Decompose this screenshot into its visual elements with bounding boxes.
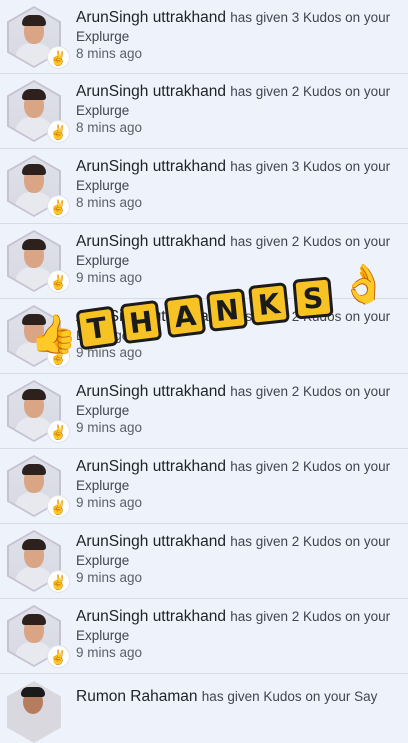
notification-text: ArunSingh uttrakhand has given 2 Kudos o…: [76, 232, 400, 287]
timestamp: 9 mins ago: [76, 420, 143, 435]
notification-item[interactable]: Rumon Rahaman has given Kudos on your Sa…: [0, 674, 408, 743]
avatar[interactable]: ✌: [7, 305, 70, 371]
kudos-hand-icon: ✌: [47, 570, 70, 593]
notification-action: has given 2 Kudos on your: [230, 309, 391, 324]
notification-action: has given 2 Kudos on your: [230, 234, 391, 249]
user-name[interactable]: Rumon Rahaman: [76, 688, 197, 705]
kudos-hand-icon: ✌: [47, 420, 70, 443]
kudos-hand-icon: ✌: [47, 46, 70, 69]
notification-text: Rumon Rahaman has given Kudos on your Sa…: [76, 687, 400, 707]
notification-item[interactable]: ✌ ArunSingh uttrakhand has given 2 Kudos…: [0, 299, 408, 374]
notification-item[interactable]: ✌ ArunSingh uttrakhand has given 3 Kudos…: [0, 149, 408, 224]
notification-target[interactable]: Explurge: [76, 627, 400, 644]
avatar[interactable]: ✌: [7, 605, 70, 671]
notification-text: ArunSingh uttrakhand has given 3 Kudos o…: [76, 8, 400, 63]
timestamp: 9 mins ago: [76, 645, 143, 660]
notification-text: ArunSingh uttrakhand has given 2 Kudos o…: [76, 607, 400, 662]
notification-target[interactable]: Explurge: [76, 327, 400, 344]
kudos-hand-icon: ✌: [47, 345, 70, 368]
user-name[interactable]: ArunSingh uttrakhand: [76, 233, 226, 250]
avatar[interactable]: ✌: [7, 380, 70, 446]
notification-text: ArunSingh uttrakhand has given 2 Kudos o…: [76, 532, 400, 587]
avatar[interactable]: ✌: [7, 6, 70, 72]
user-name[interactable]: ArunSingh uttrakhand: [76, 83, 226, 100]
notification-item[interactable]: ✌ ArunSingh uttrakhand has given 2 Kudos…: [0, 449, 408, 524]
notification-item[interactable]: ✌ ArunSingh uttrakhand has given 2 Kudos…: [0, 524, 408, 599]
notification-action: has given 2 Kudos on your: [230, 384, 391, 399]
notification-target[interactable]: Explurge: [76, 252, 400, 269]
kudos-hand-icon: ✌: [47, 495, 70, 518]
notification-text: ArunSingh uttrakhand has given 2 Kudos o…: [76, 382, 400, 437]
timestamp: 9 mins ago: [76, 270, 143, 285]
notification-action: has given 3 Kudos on your: [230, 159, 391, 174]
notification-text: ArunSingh uttrakhand has given 2 Kudos o…: [76, 307, 400, 362]
notification-item[interactable]: ✌ ArunSingh uttrakhand has given 2 Kudos…: [0, 374, 408, 449]
notification-target[interactable]: Explurge: [76, 177, 400, 194]
avatar[interactable]: [7, 681, 61, 743]
notification-target[interactable]: Explurge: [76, 552, 400, 569]
notification-item[interactable]: ✌ ArunSingh uttrakhand has given 2 Kudos…: [0, 599, 408, 674]
notification-action: has given 2 Kudos on your: [230, 609, 391, 624]
notification-list: ✌ ArunSingh uttrakhand has given 3 Kudos…: [0, 0, 408, 743]
kudos-hand-icon: ✌: [47, 120, 70, 143]
notification-target[interactable]: Explurge: [76, 477, 400, 494]
timestamp: 9 mins ago: [76, 495, 143, 510]
timestamp: 9 mins ago: [76, 345, 143, 360]
notification-item[interactable]: ✌ ArunSingh uttrakhand has given 3 Kudos…: [0, 0, 408, 74]
avatar[interactable]: ✌: [7, 155, 70, 221]
user-name[interactable]: ArunSingh uttrakhand: [76, 458, 226, 475]
user-name[interactable]: ArunSingh uttrakhand: [76, 308, 226, 325]
notification-item[interactable]: ✌ ArunSingh uttrakhand has given 2 Kudos…: [0, 224, 408, 299]
timestamp: 8 mins ago: [76, 120, 143, 135]
notification-target[interactable]: Explurge: [76, 402, 400, 419]
timestamp: 8 mins ago: [76, 195, 143, 210]
notification-action: has given 2 Kudos on your: [230, 534, 391, 549]
notification-action: has given Kudos on your Say: [201, 689, 378, 704]
user-name[interactable]: ArunSingh uttrakhand: [76, 158, 226, 175]
timestamp: 9 mins ago: [76, 570, 143, 585]
notification-action: has given 3 Kudos on your: [230, 10, 391, 25]
notification-item[interactable]: ✌ ArunSingh uttrakhand has given 2 Kudos…: [0, 74, 408, 149]
notification-action: has given 2 Kudos on your: [230, 459, 391, 474]
notification-text: ArunSingh uttrakhand has given 2 Kudos o…: [76, 457, 400, 512]
notification-target[interactable]: Explurge: [76, 28, 400, 45]
timestamp: 8 mins ago: [76, 46, 143, 61]
notification-action: has given 2 Kudos on your: [230, 84, 391, 99]
notification-text: ArunSingh uttrakhand has given 2 Kudos o…: [76, 82, 400, 137]
user-name[interactable]: ArunSingh uttrakhand: [76, 533, 226, 550]
avatar[interactable]: ✌: [7, 230, 70, 296]
avatar[interactable]: ✌: [7, 530, 70, 596]
kudos-hand-icon: ✌: [47, 270, 70, 293]
kudos-hand-icon: ✌: [47, 195, 70, 218]
user-name[interactable]: ArunSingh uttrakhand: [76, 608, 226, 625]
user-name[interactable]: ArunSingh uttrakhand: [76, 383, 226, 400]
kudos-hand-icon: ✌: [47, 645, 70, 668]
avatar[interactable]: ✌: [7, 80, 70, 146]
user-name[interactable]: ArunSingh uttrakhand: [76, 9, 226, 26]
notification-text: ArunSingh uttrakhand has given 3 Kudos o…: [76, 157, 400, 212]
notification-target[interactable]: Explurge: [76, 102, 400, 119]
avatar[interactable]: ✌: [7, 455, 70, 521]
